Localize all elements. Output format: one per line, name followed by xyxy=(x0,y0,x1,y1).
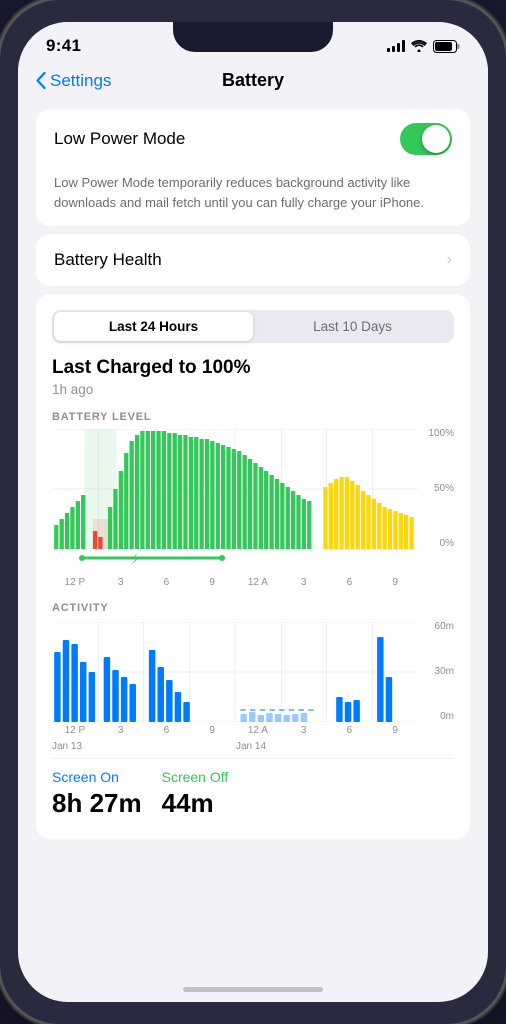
y-label-50: 50% xyxy=(434,484,454,494)
x-label-9a: 9 xyxy=(189,577,235,588)
screen-on-label: Screen On xyxy=(52,769,142,785)
battery-chart-card: Last 24 Hours Last 10 Days Last Charged … xyxy=(36,294,470,839)
chart-tab-row: Last 24 Hours Last 10 Days xyxy=(52,310,454,343)
toggle-knob xyxy=(422,125,450,153)
screen-off-value: 44m xyxy=(162,788,229,819)
status-icons xyxy=(387,40,461,53)
x-label-9b-act: 9 xyxy=(372,725,418,736)
x-group-6b: 6 xyxy=(327,725,373,736)
battery-chart: 100% 50% 0% xyxy=(52,429,454,549)
battery-health-row[interactable]: Battery Health › xyxy=(36,234,470,286)
phone-frame: 9:41 xyxy=(0,0,506,1024)
x-label-3a: 3 xyxy=(98,577,144,588)
x-group-9b: 9 xyxy=(372,725,418,736)
battery-health-card[interactable]: Battery Health › xyxy=(36,234,470,286)
screen-stats: Screen On 8h 27m Screen Off 44m xyxy=(52,758,454,823)
battery-bars xyxy=(52,429,418,549)
page-title: Battery xyxy=(222,70,284,91)
y-label-60m: 60m xyxy=(435,622,454,632)
x-group-3b: 3 xyxy=(281,725,327,736)
battery-level-label: BATTERY LEVEL xyxy=(52,411,454,423)
back-chevron-icon xyxy=(36,72,46,89)
charged-title: Last Charged to 100% xyxy=(52,357,454,379)
low-power-toggle[interactable] xyxy=(400,123,452,155)
low-power-label: Low Power Mode xyxy=(54,129,185,149)
x-group-6: 6 xyxy=(144,725,190,736)
date-group-jan14: Jan 14 xyxy=(234,741,418,752)
back-button[interactable]: Settings xyxy=(36,71,111,91)
date-group-jan13: Jan 13 xyxy=(52,741,234,752)
battery-status-icon xyxy=(433,40,460,53)
x-label-9-act: 9 xyxy=(189,725,235,736)
x-label-6b-act: 6 xyxy=(327,725,373,736)
home-indicator xyxy=(183,987,323,992)
battery-y-axis: 100% 50% 0% xyxy=(418,429,454,549)
battery-x-axis: 12 P 3 6 9 12 A 3 6 9 xyxy=(52,573,454,588)
wifi-icon xyxy=(411,40,427,52)
x-label-12a: 12 A xyxy=(235,577,281,588)
battery-bars-svg xyxy=(52,429,418,549)
notch xyxy=(173,22,333,52)
date-jan13: Jan 13 xyxy=(52,741,234,752)
charging-indicator xyxy=(52,551,332,565)
x-group-3: 3 xyxy=(98,725,144,736)
x-group-12a: 12 A xyxy=(235,725,281,736)
x-label-6p: 6 xyxy=(327,577,373,588)
charging-row xyxy=(52,549,454,573)
date-jan14: Jan 14 xyxy=(236,741,418,752)
activity-chart: 60m 30m 0m xyxy=(52,622,454,722)
y-label-0m: 0m xyxy=(440,712,454,722)
x-label-12p-act: 12 P xyxy=(52,725,98,736)
screen-off-label: Screen Off xyxy=(162,769,229,785)
activity-bars xyxy=(52,622,418,722)
activity-bars-svg xyxy=(52,622,418,722)
x-label-3b-act: 3 xyxy=(281,725,327,736)
activity-label: ACTIVITY xyxy=(52,602,454,614)
x-label-6a: 6 xyxy=(144,577,190,588)
screen-on-value: 8h 27m xyxy=(52,788,142,819)
tab-last-10-days[interactable]: Last 10 Days xyxy=(253,312,452,341)
activity-x-axis: 12 P 3 6 9 12 A 3 xyxy=(52,722,454,736)
content-scroll[interactable]: Low Power Mode Low Power Mode temporaril… xyxy=(18,101,488,991)
x-label-12p: 12 P xyxy=(52,577,98,588)
y-label-100: 100% xyxy=(428,429,454,439)
x-label-3p: 3 xyxy=(281,577,327,588)
status-time: 9:41 xyxy=(46,36,81,56)
activity-y-axis: 60m 30m 0m xyxy=(418,622,454,722)
low-power-mode-card: Low Power Mode Low Power Mode temporaril… xyxy=(36,109,470,226)
signal-bars-icon xyxy=(387,40,406,52)
charged-sub: 1h ago xyxy=(52,382,454,397)
x-label-9p: 9 xyxy=(372,577,418,588)
x-group-12p: 12 P xyxy=(52,725,98,736)
screen-on-stat: Screen On 8h 27m xyxy=(52,769,142,819)
phone-screen: 9:41 xyxy=(18,22,488,1002)
y-label-0: 0% xyxy=(440,539,454,549)
activity-date-axis: Jan 13 Jan 14 xyxy=(52,738,454,752)
back-label: Settings xyxy=(50,71,111,91)
nav-bar: Settings Battery xyxy=(18,62,488,101)
x-label-12a-act: 12 A xyxy=(235,725,281,736)
y-label-30m: 30m xyxy=(435,667,454,677)
x-label-3-act: 3 xyxy=(98,725,144,736)
battery-health-chevron-icon: › xyxy=(447,251,452,269)
x-group-9: 9 xyxy=(189,725,235,736)
low-power-row: Low Power Mode xyxy=(36,109,470,169)
tab-last-24-hours[interactable]: Last 24 Hours xyxy=(54,312,253,341)
x-label-6-act: 6 xyxy=(144,725,190,736)
low-power-description: Low Power Mode temporarily reduces backg… xyxy=(36,169,470,226)
screen-off-stat: Screen Off 44m xyxy=(162,769,229,819)
battery-health-label: Battery Health xyxy=(54,250,162,270)
